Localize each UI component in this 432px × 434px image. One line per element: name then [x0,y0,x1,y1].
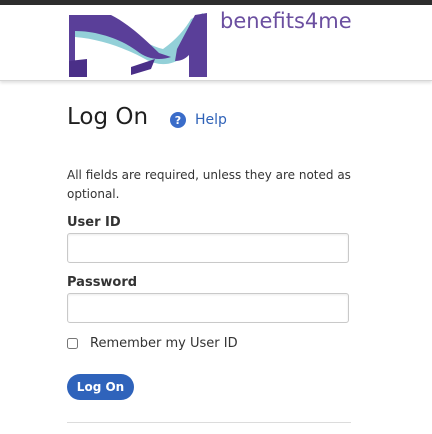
divider [67,422,351,423]
brand-name: benefits4me [220,9,352,33]
help-link[interactable]: ? Help [170,112,227,128]
site-header: benefits4me [0,5,432,81]
benefits4me-logo[interactable] [67,9,210,77]
remember-user-id-checkbox[interactable] [67,338,78,349]
user-id-label: User ID [67,215,121,230]
password-label: Password [67,275,138,290]
help-link-label[interactable]: Help [195,112,227,128]
required-fields-note: All fields are required, unless they are… [67,168,351,201]
remember-user-id-row: Remember my User ID [67,336,238,351]
question-circle-icon[interactable]: ? [170,112,186,128]
user-id-input[interactable] [67,233,349,263]
remember-user-id-label[interactable]: Remember my User ID [90,336,238,351]
log-on-button[interactable]: Log On [67,374,134,400]
page-title: Log On [67,104,149,130]
password-input[interactable] [67,293,349,323]
